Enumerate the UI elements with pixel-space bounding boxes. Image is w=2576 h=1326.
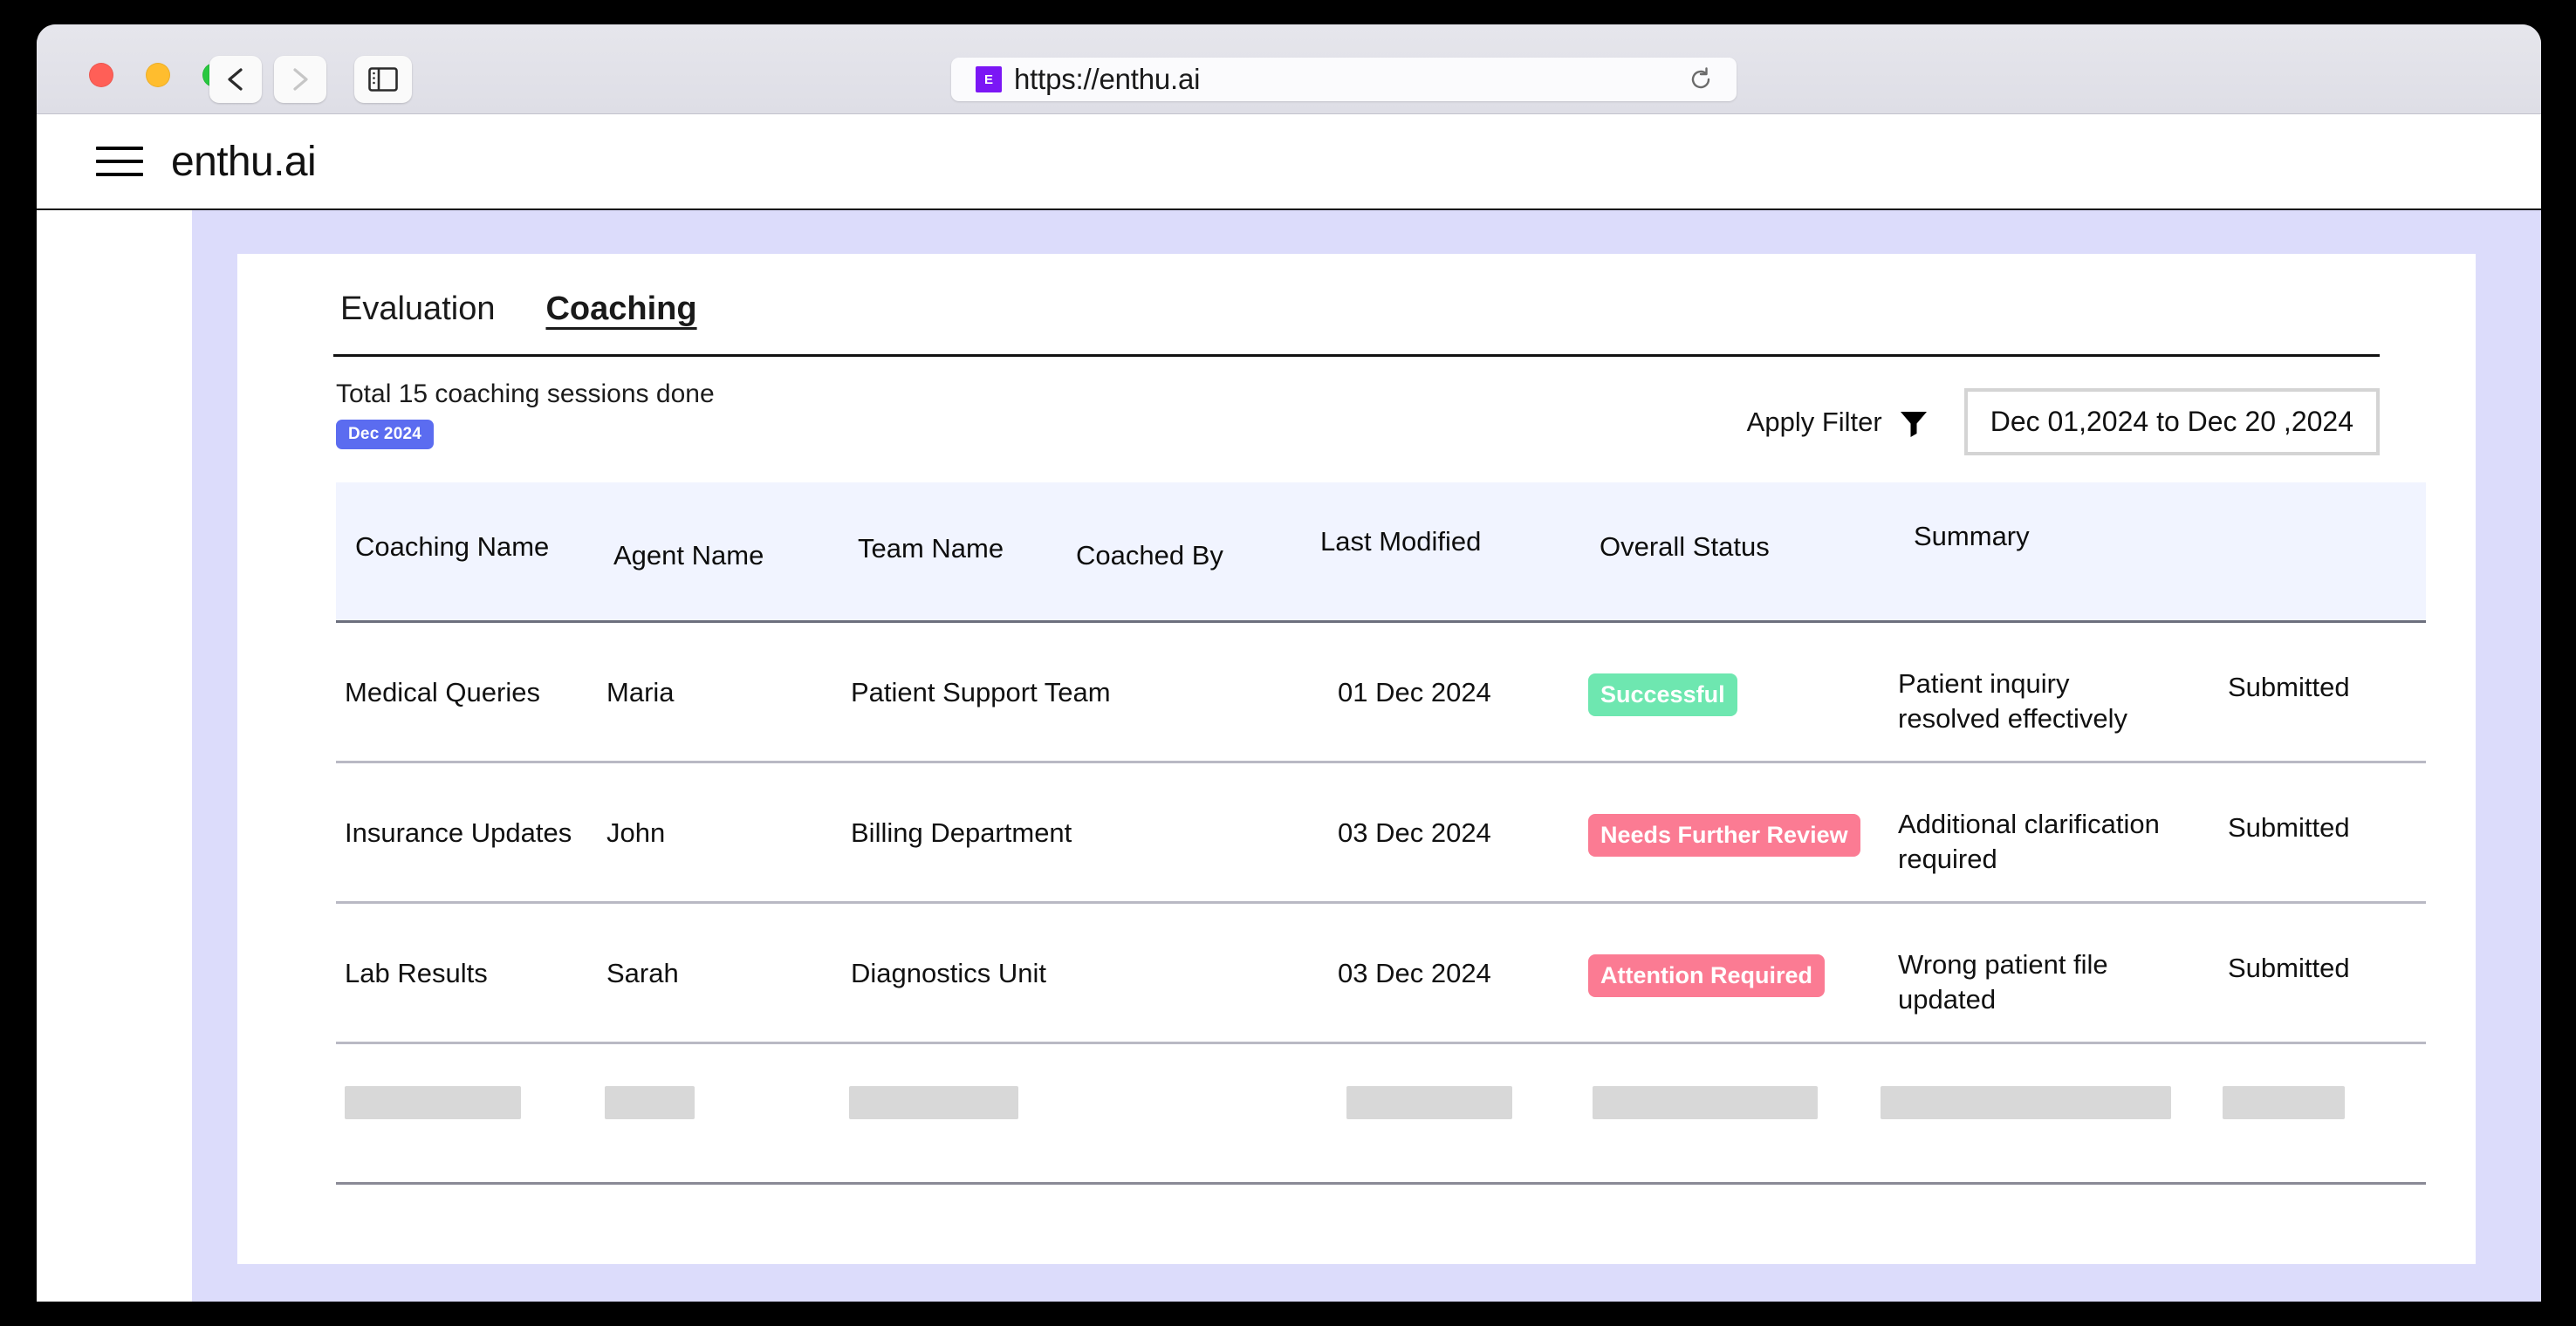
hamburger-line <box>96 173 143 176</box>
table-skeleton-row <box>336 1044 2426 1185</box>
cell-coaching-name: Medical Queries <box>345 677 540 707</box>
cell-last-modified: 01 Dec 2024 <box>1338 677 1491 707</box>
date-range-picker[interactable]: Dec 01,2024 to Dec 20 ,2024 <box>1963 388 2380 455</box>
hamburger-line <box>96 147 143 150</box>
cell-summary: Wrong patient file updated <box>1898 949 2108 1015</box>
column-header-team-name[interactable]: Team Name <box>858 533 1004 564</box>
window-controls <box>89 63 227 87</box>
site-favicon: E <box>976 66 1002 92</box>
skeleton-placeholder <box>345 1086 521 1119</box>
cell-summary: Additional clarification required <box>1898 809 2160 875</box>
cell-agent-name: John <box>606 817 666 848</box>
tab-coaching[interactable]: Coaching <box>545 290 696 335</box>
navigation-buttons <box>209 56 412 103</box>
cell-team-name: Billing Department <box>851 817 1072 848</box>
skeleton-placeholder <box>1881 1086 2171 1119</box>
column-header-agent-name[interactable]: Agent Name <box>613 540 764 571</box>
funnel-icon <box>1898 407 1929 438</box>
url-text: https://enthu.ai <box>1014 63 1201 95</box>
skeleton-placeholder <box>1593 1086 1818 1119</box>
skeleton-placeholder <box>849 1086 1018 1119</box>
apply-filter-label: Apply Filter <box>1746 406 1882 437</box>
cell-last-modified: 03 Dec 2024 <box>1338 817 1491 848</box>
table-row[interactable]: Insurance Updates John Billing Departmen… <box>336 763 2426 904</box>
cell-summary: Patient inquiry resolved effectively <box>1898 668 2128 735</box>
column-header-coached-by[interactable]: Coached By <box>1076 540 1223 571</box>
tab-evaluation[interactable]: Evaluation <box>340 290 495 335</box>
column-header-last-modified[interactable]: Last Modified <box>1320 526 1481 557</box>
left-rail <box>37 210 192 1302</box>
cell-overall-status: Needs Further Review <box>1588 814 1860 858</box>
cell-last-modified: 03 Dec 2024 <box>1338 958 1491 988</box>
back-button[interactable] <box>209 56 262 103</box>
app-header: enthu.ai <box>37 114 2541 210</box>
cell-team-name: Diagnostics Unit <box>851 958 1046 988</box>
cell-coaching-name: Lab Results <box>345 958 488 988</box>
page-canvas: Evaluation Coaching Total 15 coaching se… <box>192 210 2541 1302</box>
coaching-card: Evaluation Coaching Total 15 coaching se… <box>237 254 2476 1264</box>
skeleton-placeholder <box>1346 1086 1512 1119</box>
cell-coaching-name: Insurance Updates <box>345 817 572 848</box>
tab-bar: Evaluation Coaching <box>237 254 2476 335</box>
cell-overall-status: Successful <box>1588 673 1737 717</box>
cell-team-name: Patient Support Team <box>851 677 1111 707</box>
apply-filter-button[interactable]: Apply Filter <box>1747 407 1929 438</box>
status-badge: Successful <box>1588 673 1737 717</box>
chevron-right-icon <box>289 66 312 92</box>
column-header-overall-status[interactable]: Overall Status <box>1600 531 1770 563</box>
app-body: Evaluation Coaching Total 15 coaching se… <box>37 210 2541 1302</box>
browser-window: E https://enthu.ai enthu.ai Evaluation C… <box>37 24 2541 1302</box>
skeleton-placeholder <box>2223 1086 2345 1119</box>
sidebar-toggle-button[interactable] <box>354 56 412 103</box>
chevron-left-icon <box>224 66 247 92</box>
cell-submission-status: Submitted <box>2228 953 2350 983</box>
table-header-row: Coaching Name Agent Name Team Name Coach… <box>336 482 2426 623</box>
table-row[interactable]: Lab Results Sarah Diagnostics Unit 03 De… <box>336 904 2426 1044</box>
month-badge: Dec 2024 <box>336 420 435 449</box>
filter-controls: Apply Filter Dec 01,2024 to Dec 20 ,2024 <box>1747 388 2380 455</box>
address-bar[interactable]: E https://enthu.ai <box>951 58 1737 101</box>
brand-logo[interactable]: enthu.ai <box>171 138 317 186</box>
cell-submission-status: Submitted <box>2228 812 2350 843</box>
status-badge: Attention Required <box>1588 954 1825 998</box>
status-badge: Needs Further Review <box>1588 814 1860 858</box>
close-window-button[interactable] <box>89 63 113 87</box>
skeleton-placeholder <box>605 1086 695 1119</box>
column-header-summary[interactable]: Summary <box>1914 521 2030 552</box>
forward-button[interactable] <box>274 56 326 103</box>
cell-overall-status: Attention Required <box>1588 954 1825 998</box>
table-row[interactable]: Medical Queries Maria Patient Support Te… <box>336 623 2426 763</box>
summary-strip: Total 15 coaching sessions done Dec 2024… <box>237 357 2476 482</box>
browser-toolbar: E https://enthu.ai <box>37 24 2541 114</box>
cell-agent-name: Maria <box>606 677 675 707</box>
hamburger-menu-icon[interactable] <box>96 147 143 176</box>
coaching-table: Coaching Name Agent Name Team Name Coach… <box>336 482 2426 1185</box>
column-header-coaching-name[interactable]: Coaching Name <box>355 531 549 563</box>
reload-icon[interactable] <box>1688 66 1714 92</box>
cell-agent-name: Sarah <box>606 958 679 988</box>
minimize-window-button[interactable] <box>146 63 170 87</box>
cell-submission-status: Submitted <box>2228 672 2350 702</box>
sidebar-toggle-icon <box>368 67 398 92</box>
hamburger-line <box>96 160 143 163</box>
